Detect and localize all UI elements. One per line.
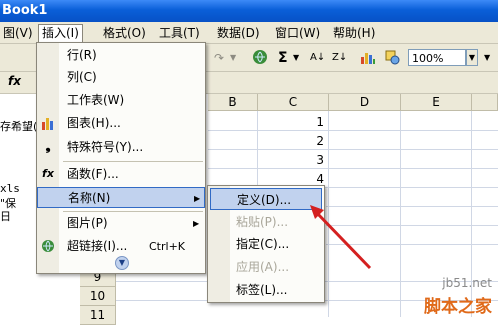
hyperlink-toolbar-icon[interactable] bbox=[252, 49, 268, 67]
menu-item-label: 工作表(W) bbox=[67, 93, 125, 107]
window-title-bar: Book1 bbox=[0, 0, 498, 22]
menu-item-label: 特殊符号(Y)... bbox=[67, 140, 144, 154]
menu-item-picture[interactable]: 图片(P) ▶ bbox=[37, 213, 205, 234]
zoom-select[interactable]: 100% bbox=[408, 49, 466, 66]
submenu-item-label: 应用(A)... bbox=[236, 260, 290, 274]
menu-window[interactable]: 窗口(W) bbox=[272, 25, 323, 41]
menu-tools[interactable]: 工具(T) bbox=[156, 25, 203, 41]
cell-c4[interactable]: 4 bbox=[304, 172, 324, 186]
annotation-arrow bbox=[310, 205, 372, 270]
menu-format[interactable]: 格式(O) bbox=[100, 25, 149, 41]
column-header-c[interactable]: C bbox=[258, 94, 329, 111]
symbol-icon: ❟ bbox=[45, 139, 51, 154]
submenu-arrow-icon: ▶ bbox=[193, 219, 200, 228]
submenu-item-label: 粘贴(P)... bbox=[236, 215, 289, 229]
redo-dropdown-icon[interactable]: ▼ bbox=[230, 49, 236, 67]
function-icon: fx bbox=[42, 167, 54, 180]
watermark: jb51.net 脚本之家 bbox=[409, 276, 498, 317]
redo-icon[interactable]: ↷ bbox=[214, 49, 224, 67]
menu-view[interactable]: 图(V) bbox=[0, 25, 36, 41]
menu-item-hyperlink[interactable]: 超链接(I)... Ctrl+K bbox=[37, 236, 205, 257]
function-icon[interactable]: fx bbox=[8, 74, 21, 88]
sort-descending-icon[interactable]: Z↓ bbox=[332, 49, 347, 67]
drawing-icon[interactable] bbox=[384, 49, 400, 67]
column-icon bbox=[41, 70, 55, 84]
hyperlink-icon bbox=[41, 239, 55, 253]
menu-help[interactable]: 帮助(H) bbox=[330, 25, 378, 41]
row-header-11[interactable]: 11 bbox=[80, 306, 116, 325]
menu-item-chart[interactable]: 图表(H)... bbox=[37, 113, 205, 134]
menu-item-row[interactable]: 行(R) bbox=[37, 45, 205, 66]
task-pane: 存希望( xls "保 日 bbox=[0, 94, 38, 317]
task-pane-text: xls bbox=[0, 182, 20, 195]
watermark-url: jb51.net bbox=[442, 276, 492, 290]
menu-item-column[interactable]: 列(C) bbox=[37, 67, 205, 88]
menu-item-label: 名称(N) bbox=[68, 191, 111, 205]
menu-item-label: 函数(F)... bbox=[67, 167, 119, 181]
menu-item-label: 图片(P) bbox=[67, 216, 108, 230]
cell-c3[interactable]: 3 bbox=[304, 153, 324, 167]
cell-c2[interactable]: 2 bbox=[304, 134, 324, 148]
submenu-item-label: 指定(C)... bbox=[236, 237, 290, 251]
menu-item-label: 列(C) bbox=[67, 70, 97, 84]
menu-item-function[interactable]: fx 函数(F)... bbox=[37, 164, 205, 185]
chart-icon bbox=[41, 116, 55, 130]
sort-ascending-icon[interactable]: A↓ bbox=[310, 49, 325, 67]
menu-item-worksheet[interactable]: 工作表(W) bbox=[37, 90, 205, 111]
menu-data[interactable]: 数据(D) bbox=[214, 25, 263, 41]
autosum-icon[interactable]: Σ bbox=[278, 49, 288, 67]
column-header-b[interactable]: B bbox=[208, 94, 258, 111]
menu-item-name[interactable]: 名称(N) ▶ bbox=[37, 187, 205, 208]
cell-c1[interactable]: 1 bbox=[304, 115, 324, 129]
expand-more-icon[interactable]: ▼ bbox=[115, 256, 129, 270]
zoom-dropdown-icon[interactable]: ▼ bbox=[466, 49, 478, 66]
row-header-10[interactable]: 10 bbox=[80, 287, 116, 306]
submenu-item-label: 定义(D)... bbox=[237, 193, 292, 207]
submenu-arrow-icon: ▶ bbox=[194, 194, 201, 203]
submenu-item-label-range[interactable]: 标签(L)... bbox=[208, 279, 324, 301]
chart-wizard-icon[interactable] bbox=[360, 49, 376, 67]
column-header-next[interactable] bbox=[472, 94, 498, 111]
autosum-dropdown-icon[interactable]: ▼ bbox=[293, 49, 299, 67]
toolbar-options-icon[interactable]: ▼ bbox=[484, 49, 490, 67]
column-header-d[interactable]: D bbox=[329, 94, 401, 111]
menu-item-special-symbol[interactable]: ❟ 特殊符号(Y)... bbox=[37, 137, 205, 158]
menu-item-label: 超链接(I)... bbox=[67, 239, 128, 253]
row-icon bbox=[41, 48, 55, 62]
menu-item-shortcut: Ctrl+K bbox=[149, 240, 186, 253]
insert-menu: 行(R) 列(C) 工作表(W) 图表(H)... ❟ 特殊符号(Y)... f… bbox=[36, 42, 206, 274]
menu-bar: 图(V) 插入(I) 格式(O) 工具(T) 数据(D) 窗口(W) 帮助(H) bbox=[0, 22, 498, 45]
watermark-logo: 脚本之家 bbox=[424, 297, 492, 317]
task-pane-text: 存希望( bbox=[0, 120, 38, 133]
submenu-item-label: 标签(L)... bbox=[236, 283, 288, 297]
task-pane-text: 日 bbox=[0, 210, 11, 223]
window-title: Book1 bbox=[2, 3, 48, 18]
menu-item-label: 图表(H)... bbox=[67, 116, 121, 130]
menu-item-label: 行(R) bbox=[67, 48, 97, 62]
column-header-e[interactable]: E bbox=[401, 94, 472, 111]
